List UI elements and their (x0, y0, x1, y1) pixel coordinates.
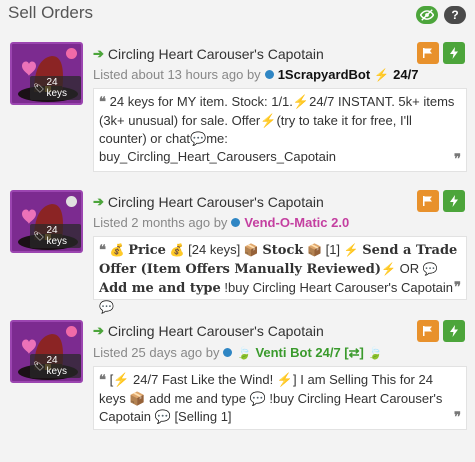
lightning-icon (450, 47, 458, 59)
lightning-emoji-icon: ⚡ (381, 262, 396, 276)
instant-trade-button[interactable] (443, 190, 465, 212)
quality-dot (66, 326, 77, 337)
arrow-right-icon: ➔ (93, 46, 104, 61)
item-title[interactable]: ➔ Circling Heart Carouser's Capotain (93, 45, 324, 63)
listing-meta: Listed about 13 hours ago by 1ScrapyardB… (93, 67, 419, 82)
panel-title: Sell Orders (8, 3, 94, 22)
item-tile[interactable]: 🏷 24 keys (10, 190, 83, 253)
quote-close-icon: ❞ (454, 152, 461, 167)
quality-dot (66, 196, 77, 207)
listing-meta: Listed 2 months ago by Vend-O-Matic 2.0 (93, 215, 350, 230)
instant-trade-button[interactable] (443, 42, 465, 64)
report-button[interactable] (417, 190, 439, 212)
leaf-icon: 🍃 (367, 345, 383, 360)
item-title[interactable]: ➔ Circling Heart Carouser's Capotain (93, 193, 324, 211)
instant-trade-button[interactable] (443, 320, 465, 342)
item-title[interactable]: ➔ Circling Heart Carouser's Capotain (93, 322, 324, 340)
flag-icon (423, 48, 432, 58)
eye-icon (420, 9, 434, 21)
online-status-dot (223, 348, 233, 357)
toggle-visibility-button[interactable] (416, 6, 438, 24)
listing-message: ❝ 💰 Price 💰 [24 keys] 📦 Stock 📦 [1] ⚡ Se… (93, 236, 467, 314)
money-bag-icon: 💰 (169, 243, 185, 257)
quality-dot (66, 48, 77, 59)
online-status-dot (231, 218, 241, 227)
money-bag-icon: 💰 (109, 243, 125, 257)
price-badge: 🏷 24 keys (30, 354, 81, 378)
help-button[interactable]: ? (444, 6, 466, 24)
arrow-right-icon: ➔ (93, 194, 104, 209)
seller-username[interactable]: Venti Bot 24/7 [⇄] (255, 345, 363, 361)
listing-message: ❝ [⚡ 24/7 Fast Like the Wind! ⚡] I am Se… (93, 366, 467, 430)
lightning-icon (450, 325, 458, 337)
report-button[interactable] (417, 320, 439, 342)
report-button[interactable] (417, 42, 439, 64)
item-tile[interactable]: 🏷 24 keys (10, 42, 83, 105)
seller-username[interactable]: 1ScrapyardBot (278, 67, 370, 82)
quote-open-icon: ❝ (99, 373, 106, 388)
listing-meta: Listed 25 days ago by 🍃 Venti Bot 24/7 [⇄… (93, 344, 383, 361)
tag-icon: 🏷 (33, 82, 45, 93)
arrow-right-icon: ➔ (93, 323, 104, 338)
package-icon: 📦 (243, 243, 259, 257)
speech-bubble-icon: 💬 (422, 262, 438, 276)
speech-bubble-icon: 💬 (99, 300, 114, 314)
quote-open-icon: ❝ (99, 95, 106, 110)
online-status-dot (264, 70, 274, 79)
tag-icon: 🏷 (33, 360, 45, 371)
lightning-emoji-icon: ⚡ (343, 243, 359, 257)
flag-icon (423, 196, 432, 206)
tag-icon: 🏷 (33, 230, 45, 241)
quote-open-icon: ❝ (99, 243, 106, 258)
item-tile[interactable]: 🏷 24 keys (10, 320, 83, 383)
lightning-icon (450, 195, 458, 207)
price-badge: 🏷 24 keys (30, 224, 81, 248)
flag-icon (423, 326, 432, 336)
listing-message: ❝ 24 keys for MY item. Stock: 1/1.⚡24/7 … (93, 88, 467, 172)
price-badge: 🏷 24 keys (30, 76, 81, 100)
quote-close-icon: ❞ (454, 280, 461, 295)
leaf-icon: 🍃 (236, 345, 252, 360)
seller-username[interactable]: Vend-O-Matic 2.0 (244, 215, 349, 230)
lightning-emoji-icon: ⚡ (374, 67, 390, 82)
package-icon: 📦 (307, 243, 322, 257)
quote-close-icon: ❞ (454, 410, 461, 425)
